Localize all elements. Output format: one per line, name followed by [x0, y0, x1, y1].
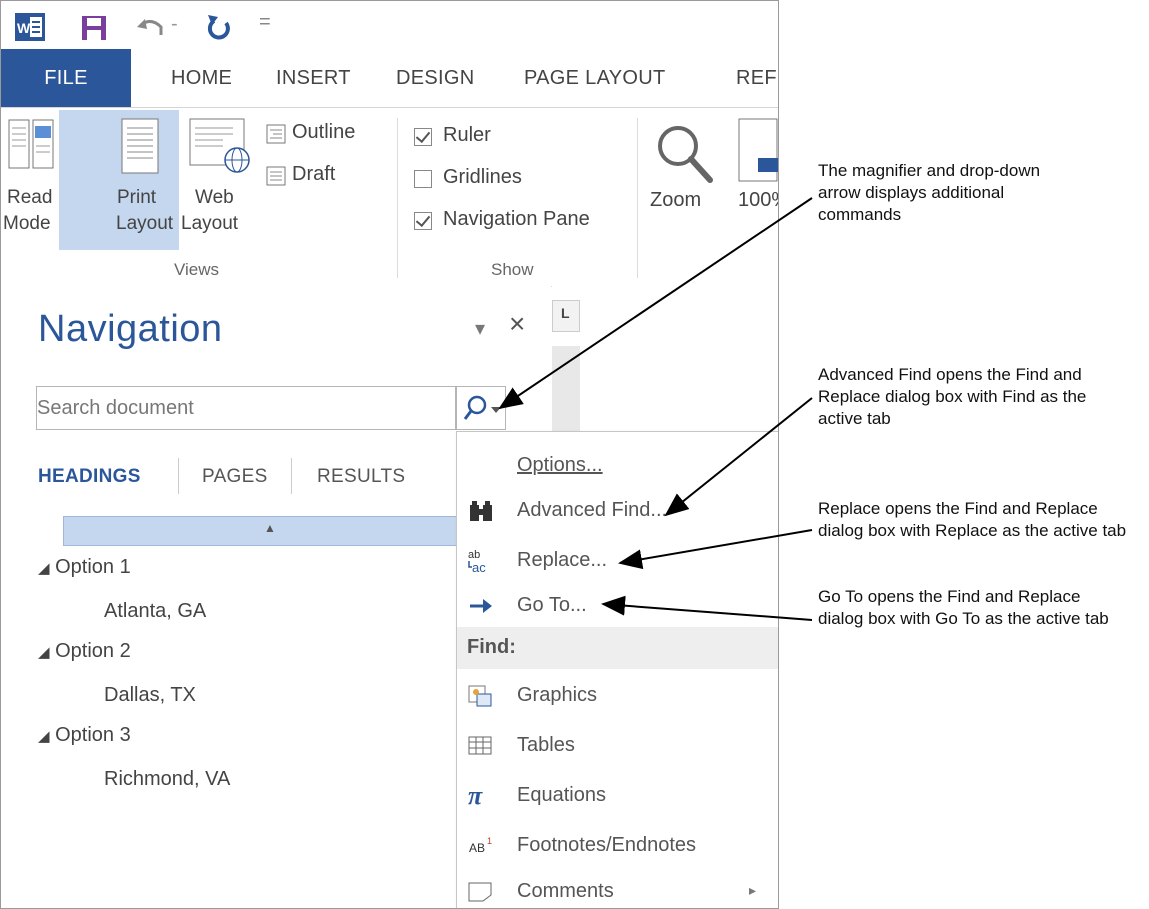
arrow-advanced-find — [664, 397, 813, 517]
callout-arrows — [498, 197, 813, 621]
arrow-go-to — [601, 595, 813, 621]
arrow-replace — [618, 529, 813, 570]
arrow-magnifier — [498, 197, 813, 410]
